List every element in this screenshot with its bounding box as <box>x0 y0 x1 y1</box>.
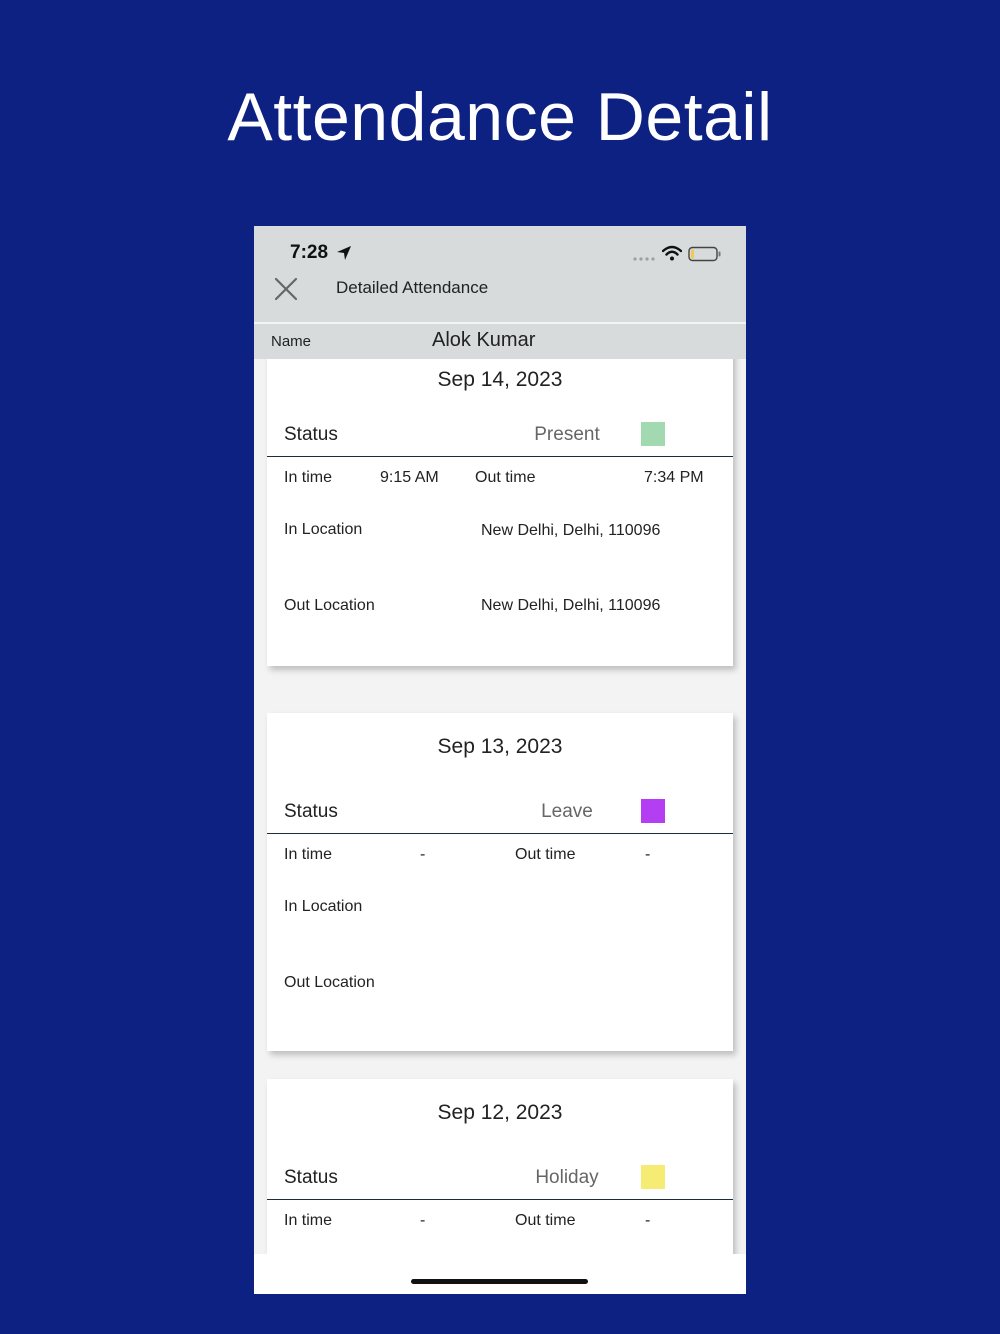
card-date: Sep 13, 2023 <box>437 735 563 758</box>
out-location-label: Out Location <box>284 597 375 614</box>
status-value: Holiday <box>535 1167 599 1188</box>
in-time-value: - <box>420 846 426 863</box>
status-label: Status <box>284 801 338 822</box>
status-label: Status <box>284 424 338 445</box>
attendance-card[interactable]: Sep 13, 2023 Status Leave In time - Out … <box>267 713 733 1051</box>
out-time-label: Out time <box>515 1212 576 1229</box>
home-indicator-area <box>254 1254 746 1294</box>
cellular-signal-icon <box>633 257 655 261</box>
attendance-list[interactable]: Sep 14, 2023 Status Present In time 9:15… <box>254 359 746 1254</box>
top-bar: 7:28 Detailed Attendance <box>254 226 746 322</box>
in-location-label: In Location <box>284 898 363 915</box>
out-location-label: Out Location <box>284 974 375 991</box>
location-arrow-icon <box>337 246 351 260</box>
status-color-swatch <box>641 799 665 823</box>
out-time-label: Out time <box>475 469 536 486</box>
status-label: Status <box>284 1167 338 1188</box>
close-icon[interactable] <box>273 276 299 302</box>
in-time-value: 9:15 AM <box>380 469 439 486</box>
in-location-value: New Delhi, Delhi, 110096 <box>481 522 661 539</box>
employee-name-row: Name Alok Kumar <box>254 324 746 359</box>
page-headline: Attendance Detail <box>227 79 773 155</box>
out-time-value: - <box>645 1212 651 1229</box>
out-location-value: New Delhi, Delhi, 110096 <box>481 597 661 614</box>
status-color-swatch <box>641 422 665 446</box>
out-time-label: Out time <box>515 846 576 863</box>
divider <box>267 456 733 457</box>
out-time-value: - <box>645 846 651 863</box>
status-value: Leave <box>541 801 593 822</box>
status-bar-time: 7:28 <box>290 242 329 263</box>
in-time-value: - <box>420 1212 426 1229</box>
employee-name: Alok Kumar <box>432 329 536 351</box>
nav-title: Detailed Attendance <box>336 278 489 297</box>
status-value: Present <box>534 424 600 445</box>
name-label: Name <box>271 333 312 350</box>
in-time-label: In time <box>284 846 333 863</box>
in-time-label: In time <box>284 1212 333 1229</box>
divider <box>267 833 733 834</box>
battery-icon <box>688 246 721 262</box>
in-location-label: In Location <box>284 521 363 538</box>
card-date: Sep 12, 2023 <box>437 1101 563 1124</box>
out-time-value: 7:34 PM <box>644 469 704 486</box>
wifi-icon <box>662 245 682 261</box>
home-indicator[interactable] <box>411 1279 588 1284</box>
phone-screen: 7:28 Detailed Attendance Name Alok Kumar <box>254 226 746 1294</box>
status-color-swatch <box>641 1165 665 1189</box>
in-time-label: In time <box>284 469 333 486</box>
attendance-card[interactable]: Sep 14, 2023 Status Present In time 9:15… <box>267 359 733 666</box>
attendance-card[interactable]: Sep 12, 2023 Status Holiday In time - Ou… <box>267 1079 733 1254</box>
card-date: Sep 14, 2023 <box>437 368 563 391</box>
divider <box>267 1199 733 1200</box>
